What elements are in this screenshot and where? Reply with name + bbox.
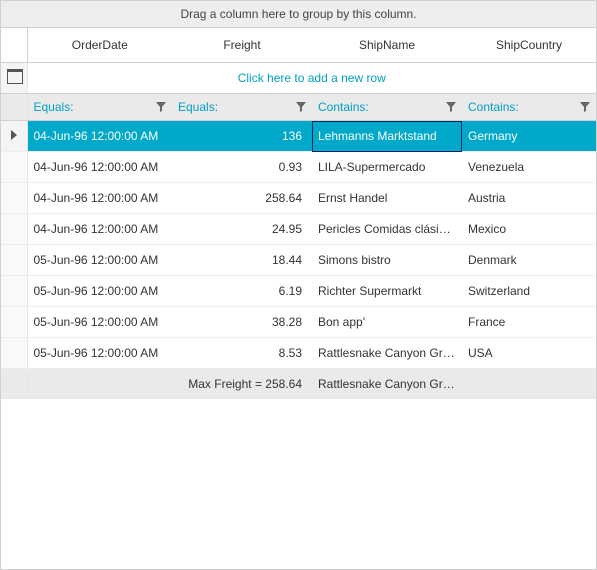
cell-freight[interactable]: 6.19 [172, 276, 312, 307]
cell-orderdate[interactable]: 04-Jun-96 12:00:00 AM [27, 121, 172, 152]
row-indicator [1, 183, 27, 214]
summary-freight: Max Freight = 258.64 [172, 369, 312, 400]
cell-orderdate[interactable]: 05-Jun-96 12:00:00 AM [27, 307, 172, 338]
cell-shipcountry[interactable]: Denmark [462, 245, 596, 276]
cell-shipcountry[interactable]: Switzerland [462, 276, 596, 307]
empty-area [1, 399, 596, 569]
cell-freight[interactable]: 258.64 [172, 183, 312, 214]
cell-freight[interactable]: 0.93 [172, 152, 312, 183]
cell-shipname[interactable]: Rattlesnake Canyon Groc... [312, 338, 462, 369]
row-indicator [1, 152, 27, 183]
cell-orderdate[interactable]: 04-Jun-96 12:00:00 AM [27, 183, 172, 214]
row-indicator [1, 338, 27, 369]
cell-shipcountry[interactable]: USA [462, 338, 596, 369]
filter-label: Equals: [178, 100, 218, 114]
cell-freight[interactable]: 136 [172, 121, 312, 152]
filter-label: Equals: [34, 100, 74, 114]
funnel-icon[interactable] [446, 102, 456, 112]
add-row-indicator [1, 63, 27, 94]
filter-cell-shipcountry[interactable]: Contains: [462, 94, 596, 121]
cell-freight[interactable]: 8.53 [172, 338, 312, 369]
data-grid: Drag a column here to group by this colu… [0, 0, 597, 570]
filter-cell-orderdate[interactable]: Equals: [27, 94, 172, 121]
cell-shipname[interactable]: Bon app' [312, 307, 462, 338]
group-panel[interactable]: Drag a column here to group by this colu… [1, 1, 596, 28]
cell-shipcountry[interactable]: Austria [462, 183, 596, 214]
table-row[interactable]: 04-Jun-96 12:00:00 AM 136 Lehmanns Markt… [1, 121, 596, 152]
cell-shipname[interactable]: Simons bistro [312, 245, 462, 276]
column-header-shipname[interactable]: ShipName [312, 28, 462, 63]
summary-orderdate [27, 369, 172, 400]
data-body: 04-Jun-96 12:00:00 AM 136 Lehmanns Markt… [1, 121, 596, 369]
table-row[interactable]: 05-Jun-96 12:00:00 AM 38.28 Bon app' Fra… [1, 307, 596, 338]
table-row[interactable]: 05-Jun-96 12:00:00 AM 6.19 Richter Super… [1, 276, 596, 307]
summary-row: Max Freight = 258.64 Rattlesnake Canyon … [1, 369, 596, 400]
summary-shipname: Rattlesnake Canyon Groc... [312, 369, 462, 400]
cell-freight[interactable]: 24.95 [172, 214, 312, 245]
cell-shipname[interactable]: Lehmanns Marktstand [312, 121, 462, 152]
grid-table: OrderDate Freight ShipName ShipCountry C… [1, 28, 596, 399]
table-row[interactable]: 04-Jun-96 12:00:00 AM 24.95 Pericles Com… [1, 214, 596, 245]
cell-shipcountry[interactable]: Germany [462, 121, 596, 152]
filter-label: Contains: [318, 100, 369, 114]
summary-indicator [1, 369, 27, 400]
cell-orderdate[interactable]: 05-Jun-96 12:00:00 AM [27, 245, 172, 276]
filter-label: Contains: [468, 100, 519, 114]
summary-shipcountry [462, 369, 596, 400]
row-indicator [1, 214, 27, 245]
cell-shipname[interactable]: Ernst Handel [312, 183, 462, 214]
filter-indicator [1, 94, 27, 121]
table-row[interactable]: 05-Jun-96 12:00:00 AM 18.44 Simons bistr… [1, 245, 596, 276]
cell-shipname[interactable]: Pericles Comidas clásicas [312, 214, 462, 245]
table-row[interactable]: 04-Jun-96 12:00:00 AM 258.64 Ernst Hande… [1, 183, 596, 214]
column-header-orderdate[interactable]: OrderDate [27, 28, 172, 63]
header-row: OrderDate Freight ShipName ShipCountry [1, 28, 596, 63]
row-indicator [1, 121, 27, 152]
row-indicator [1, 276, 27, 307]
cell-orderdate[interactable]: 04-Jun-96 12:00:00 AM [27, 214, 172, 245]
cell-orderdate[interactable]: 04-Jun-96 12:00:00 AM [27, 152, 172, 183]
current-row-arrow-icon [11, 130, 17, 140]
cell-freight[interactable]: 38.28 [172, 307, 312, 338]
cell-shipcountry[interactable]: France [462, 307, 596, 338]
funnel-icon[interactable] [296, 102, 306, 112]
row-indicator [1, 307, 27, 338]
column-header-freight[interactable]: Freight [172, 28, 312, 63]
filter-row: Equals: Equals: Contains: Contains: [1, 94, 596, 121]
add-new-row[interactable]: Click here to add a new row [1, 63, 596, 94]
cell-orderdate[interactable]: 05-Jun-96 12:00:00 AM [27, 338, 172, 369]
table-row[interactable]: 04-Jun-96 12:00:00 AM 0.93 LILA-Supermer… [1, 152, 596, 183]
cell-freight[interactable]: 18.44 [172, 245, 312, 276]
add-row-label[interactable]: Click here to add a new row [27, 63, 596, 94]
cell-orderdate[interactable]: 05-Jun-96 12:00:00 AM [27, 276, 172, 307]
cell-shipname[interactable]: Richter Supermarkt [312, 276, 462, 307]
cell-shipcountry[interactable]: Venezuela [462, 152, 596, 183]
column-header-shipcountry[interactable]: ShipCountry [462, 28, 596, 63]
table-row[interactable]: 05-Jun-96 12:00:00 AM 8.53 Rattlesnake C… [1, 338, 596, 369]
calendar-icon [7, 69, 21, 84]
funnel-icon[interactable] [580, 102, 590, 112]
filter-cell-shipname[interactable]: Contains: [312, 94, 462, 121]
cell-shipname[interactable]: LILA-Supermercado [312, 152, 462, 183]
funnel-icon[interactable] [156, 102, 166, 112]
row-indicator [1, 245, 27, 276]
cell-shipcountry[interactable]: Mexico [462, 214, 596, 245]
indicator-header [1, 28, 27, 63]
filter-cell-freight[interactable]: Equals: [172, 94, 312, 121]
